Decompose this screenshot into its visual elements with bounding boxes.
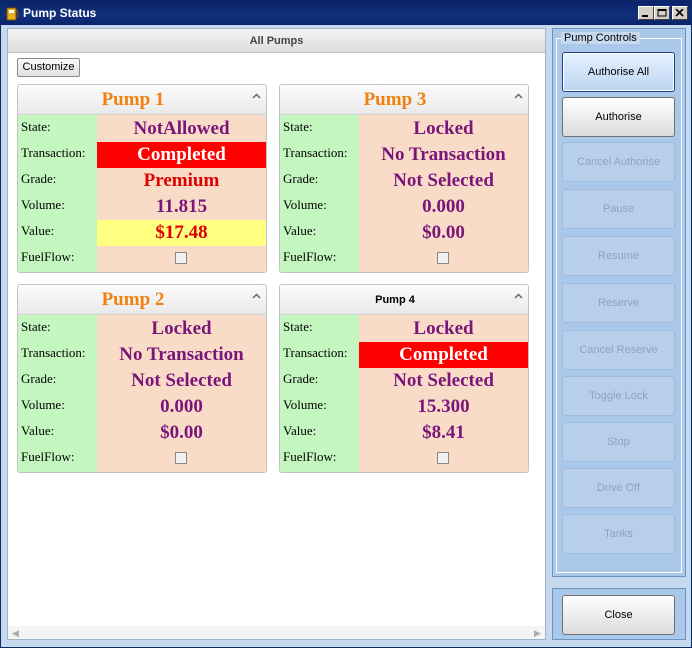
fuelflow-label: FuelFlow: bbox=[21, 249, 75, 264]
fuelflow-checkbox[interactable] bbox=[437, 452, 449, 464]
transaction-value: Completed bbox=[359, 342, 528, 368]
authorise-button[interactable]: Authorise bbox=[562, 97, 675, 137]
transaction-label: Transaction: bbox=[283, 145, 348, 160]
collapse-icon[interactable] bbox=[514, 293, 523, 300]
value-amount: $17.48 bbox=[97, 220, 266, 246]
close-button[interactable]: Close bbox=[562, 595, 675, 635]
value-amount: $8.41 bbox=[422, 422, 465, 443]
minimize-icon bbox=[642, 15, 648, 17]
transaction-value: Completed bbox=[97, 142, 266, 168]
grade-label: Grade: bbox=[283, 371, 319, 386]
customize-button[interactable]: Customize bbox=[17, 58, 80, 77]
collapse-icon[interactable] bbox=[514, 93, 523, 100]
grade-value: Premium bbox=[143, 170, 220, 191]
volume-label: Volume: bbox=[21, 197, 65, 212]
maximize-icon bbox=[657, 9, 667, 17]
fuelflow-label: FuelFlow: bbox=[283, 249, 337, 264]
grade-label: Grade: bbox=[21, 171, 57, 186]
tanks-button[interactable]: Tanks bbox=[562, 514, 675, 554]
grade-value: Not Selected bbox=[393, 170, 494, 191]
stop-button[interactable]: Stop bbox=[562, 422, 675, 462]
volume-value: 0.000 bbox=[422, 196, 465, 217]
volume-value: 11.815 bbox=[155, 196, 208, 217]
volume-label: Volume: bbox=[21, 397, 65, 412]
fuelflow-checkbox[interactable] bbox=[175, 452, 187, 464]
drive-off-button[interactable]: Drive Off bbox=[562, 468, 675, 508]
horizontal-scrollbar[interactable]: ◀ ▶ bbox=[8, 626, 545, 639]
collapse-icon[interactable] bbox=[252, 93, 261, 100]
pump-title: Pump 1 bbox=[101, 89, 165, 110]
pump-card-header[interactable]: Pump 3 bbox=[280, 85, 528, 115]
pump-title: Pump 2 bbox=[101, 289, 165, 310]
fuelflow-label: FuelFlow: bbox=[21, 449, 75, 464]
value-label: Value: bbox=[283, 423, 317, 438]
state-value: Locked bbox=[413, 318, 474, 339]
pump-card-1: Pump 1 State: NotAllowed Transaction: Co… bbox=[17, 84, 267, 273]
transaction-label: Transaction: bbox=[21, 345, 86, 360]
all-pumps-panel: All Pumps Customize Pump 1 State: NotAll… bbox=[7, 28, 546, 640]
pump-title: Pump 3 bbox=[363, 89, 427, 110]
pump-status-window: Pump Status All Pumps Customize Pump 1 S… bbox=[0, 0, 692, 648]
value-amount: $0.00 bbox=[422, 222, 465, 243]
grade-label: Grade: bbox=[21, 371, 57, 386]
state-label: State: bbox=[283, 119, 313, 134]
state-label: State: bbox=[21, 319, 51, 334]
reserve-button[interactable]: Reserve bbox=[562, 283, 675, 323]
pump-card-3: Pump 3 State: Locked Transaction: No Tra… bbox=[279, 84, 529, 273]
authorise-all-button[interactable]: Authorise All bbox=[562, 52, 675, 92]
transaction-value: No Transaction bbox=[381, 144, 506, 165]
grade-value: Not Selected bbox=[131, 370, 232, 391]
pump-card-header[interactable]: Pump 4 bbox=[280, 285, 528, 315]
close-icon bbox=[675, 9, 684, 17]
state-label: State: bbox=[283, 319, 313, 334]
cancel-authorise-button[interactable]: Cancel Authorise bbox=[562, 142, 675, 182]
toggle-lock-button[interactable]: Toggle Lock bbox=[562, 376, 675, 416]
pump-card-2: Pump 2 State: Locked Transaction: No Tra… bbox=[17, 284, 267, 473]
state-value: NotAllowed bbox=[133, 118, 230, 139]
volume-label: Volume: bbox=[283, 197, 327, 212]
pump-app-icon bbox=[6, 7, 19, 21]
title-bar[interactable]: Pump Status bbox=[1, 1, 691, 25]
value-label: Value: bbox=[283, 223, 317, 238]
window-title: Pump Status bbox=[23, 6, 97, 20]
scroll-right-icon[interactable]: ▶ bbox=[534, 628, 541, 639]
state-label: State: bbox=[21, 119, 51, 134]
maximize-button[interactable] bbox=[654, 6, 670, 20]
all-pumps-header: All Pumps bbox=[8, 29, 545, 53]
pump-card-header[interactable]: Pump 1 bbox=[18, 85, 266, 115]
pump-card-header[interactable]: Pump 2 bbox=[18, 285, 266, 315]
scroll-left-icon[interactable]: ◀ bbox=[12, 628, 19, 639]
grade-value: Not Selected bbox=[393, 370, 494, 391]
collapse-icon[interactable] bbox=[252, 293, 261, 300]
fuelflow-label: FuelFlow: bbox=[283, 449, 337, 464]
state-value: Locked bbox=[413, 118, 474, 139]
pump-card-4: Pump 4 State: Locked Transaction: Comple… bbox=[279, 284, 529, 473]
minimize-button[interactable] bbox=[638, 6, 654, 20]
pump-title: Pump 4 bbox=[375, 294, 415, 306]
value-label: Value: bbox=[21, 223, 55, 238]
value-label: Value: bbox=[21, 423, 55, 438]
pause-button[interactable]: Pause bbox=[562, 189, 675, 229]
close-window-button[interactable] bbox=[672, 6, 688, 20]
volume-value: 15.300 bbox=[417, 396, 470, 417]
fuelflow-checkbox[interactable] bbox=[437, 252, 449, 264]
volume-value: 0.000 bbox=[160, 396, 203, 417]
transaction-value: No Transaction bbox=[119, 344, 244, 365]
volume-label: Volume: bbox=[283, 397, 327, 412]
resume-button[interactable]: Resume bbox=[562, 236, 675, 276]
value-amount: $0.00 bbox=[160, 422, 203, 443]
grade-label: Grade: bbox=[283, 171, 319, 186]
transaction-label: Transaction: bbox=[21, 145, 86, 160]
state-value: Locked bbox=[151, 318, 212, 339]
transaction-label: Transaction: bbox=[283, 345, 348, 360]
cancel-reserve-button[interactable]: Cancel Reserve bbox=[562, 330, 675, 370]
pump-controls-legend: Pump Controls bbox=[561, 32, 640, 44]
fuelflow-checkbox[interactable] bbox=[175, 252, 187, 264]
